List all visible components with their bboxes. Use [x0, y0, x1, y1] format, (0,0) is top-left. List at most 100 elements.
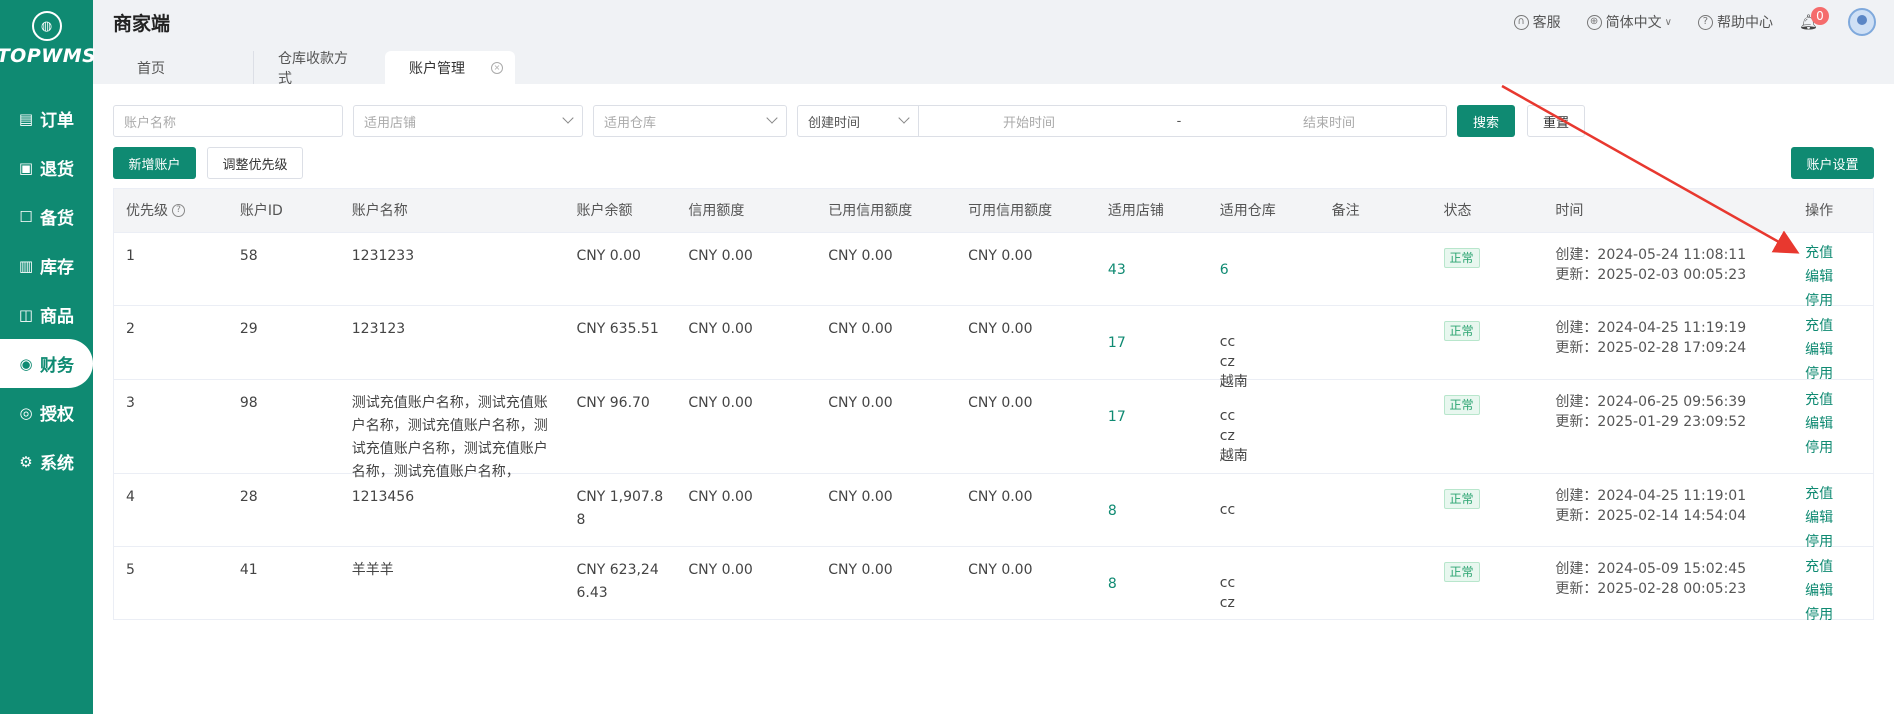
account-id-cell: 58 [228, 233, 340, 305]
tab-warehouse-payment[interactable]: 仓库收款方式 [253, 51, 385, 87]
sidebar-item-return[interactable]: ▣ 退货 [0, 143, 93, 192]
used-credit-cell: CNY 0.00 [816, 474, 956, 546]
globe-icon: ⊕ [1586, 14, 1602, 30]
column-header-label: 状态 [1443, 202, 1472, 219]
credit-cell-value: CNY 0.00 [688, 562, 753, 578]
help-icon[interactable]: ? [172, 204, 185, 217]
sidebar-item-product[interactable]: ◫ 商品 [0, 290, 93, 339]
end-time-input[interactable]: 结束时间 [1219, 112, 1439, 131]
warehouses-cell: cc [1208, 474, 1320, 546]
tab-home[interactable]: 首页 [113, 51, 253, 84]
created-time: 创建：2024-05-24 11:08:11 [1555, 247, 1747, 263]
account-id-cell-value: 58 [239, 248, 258, 264]
edit-button[interactable]: 编辑 [1805, 506, 1873, 530]
warehouses-cell[interactable]: 6 [1208, 233, 1320, 305]
sidebar-item-auth[interactable]: ◎ 授权 [0, 388, 93, 437]
warehouse-select[interactable]: 适用仓库 [593, 105, 787, 137]
edit-button[interactable]: 编辑 [1805, 265, 1873, 289]
stores-cell-value[interactable]: 8 [1108, 559, 1117, 596]
stores-cell-value[interactable]: 8 [1108, 486, 1117, 523]
available-credit-cell: CNY 0.00 [956, 474, 1096, 546]
stores-cell-value[interactable]: 17 [1108, 392, 1126, 429]
account-name-input[interactable]: 账户名称 [113, 105, 343, 137]
edit-button[interactable]: 编辑 [1805, 338, 1873, 362]
recharge-button[interactable]: 充值 [1805, 388, 1873, 412]
start-time-input[interactable]: 开始时间 [919, 112, 1139, 131]
warehouses-cell-value: cc [1219, 502, 1236, 518]
disable-button[interactable]: 停用 [1805, 436, 1873, 460]
order-icon: ▤ [18, 109, 34, 128]
column-header-label: 时间 [1555, 202, 1584, 219]
stores-cell[interactable]: 43 [1096, 233, 1208, 305]
stores-cell[interactable]: 17 [1096, 306, 1208, 379]
disable-button[interactable]: 停用 [1805, 603, 1873, 627]
stores-cell[interactable]: 17 [1096, 380, 1208, 473]
warehouses-cell: cc сz 越南 [1208, 306, 1320, 390]
used-credit-cell-value: CNY 0.00 [828, 562, 893, 578]
sidebar-nav: ▤ 订单 ▣ 退货 ☐ 备货 ▥ 库存 ◫ 商品 ◉ 财务 ◎ 授权 ⚙ 系统 [0, 94, 93, 486]
sidebar-item-inventory[interactable]: ▥ 库存 [0, 241, 93, 290]
balance-cell: CNY 635.51 [565, 306, 677, 379]
account-name-cell: 123123 [340, 306, 565, 379]
warehouses-cell: cc сz [1208, 547, 1320, 619]
close-icon[interactable]: × [491, 61, 503, 74]
reset-button[interactable]: 重置 [1527, 105, 1585, 137]
language-select[interactable]: ⊕ 简体中文 ∨ [1586, 12, 1672, 32]
adjust-priority-button[interactable]: 调整优先级 [207, 147, 303, 179]
account-id-cell: 41 [228, 547, 340, 619]
remark-cell [1320, 474, 1432, 546]
account-id-cell: 98 [228, 380, 340, 473]
store-placeholder: 适用店铺 [364, 115, 417, 131]
account-name-cell-value: 123123 [351, 321, 406, 337]
account-settings-button[interactable]: 账户设置 [1791, 147, 1874, 179]
table-row: 3 98 测试充值账户名称，测试充值账户名称，测试充值账户名称，测试充值账户名称，测… [114, 380, 1873, 480]
sidebar-item-stock-prep[interactable]: ☐ 备货 [0, 192, 93, 241]
recharge-button[interactable]: 充值 [1805, 555, 1873, 579]
created-time: 创建：2024-05-09 15:02:45 [1555, 561, 1747, 577]
tab-account-management[interactable]: 账户管理 × [385, 51, 515, 84]
balance-cell: CNY 1,907.88 [565, 474, 677, 546]
help-center-link[interactable]: ? 帮助中心 [1697, 12, 1773, 32]
created-time: 创建：2024-04-25 11:19:01 [1555, 488, 1747, 504]
sidebar-item-label: 商品 [40, 307, 74, 327]
store-select[interactable]: 适用店铺 [353, 105, 583, 137]
recharge-button[interactable]: 充值 [1805, 482, 1873, 506]
recharge-button[interactable]: 充值 [1805, 241, 1873, 265]
created-time: 创建：2024-04-25 11:19:19 [1555, 320, 1747, 336]
sidebar-item-order[interactable]: ▤ 订单 [0, 94, 93, 143]
search-button[interactable]: 搜索 [1457, 105, 1515, 137]
stores-cell-value[interactable]: 43 [1108, 245, 1126, 282]
edit-button[interactable]: 编辑 [1805, 579, 1873, 603]
sidebar-item-finance[interactable]: ◉ 财务 [0, 339, 93, 388]
logo-text: TOPWMS [0, 45, 97, 67]
stock-prep-icon: ☐ [19, 207, 33, 226]
edit-button[interactable]: 编辑 [1805, 412, 1873, 436]
add-account-button[interactable]: 新增账户 [113, 147, 196, 179]
remark-cell [1320, 547, 1432, 619]
notification-bell[interactable]: 🔔︎ 0 [1799, 7, 1829, 31]
recharge-button[interactable]: 充值 [1805, 314, 1873, 338]
column-header: 信用额度 [676, 189, 816, 233]
column-header-label: 信用额度 [688, 202, 745, 219]
column-header-label: 适用仓库 [1219, 202, 1276, 219]
status-badge: 正常 [1443, 248, 1480, 268]
accounts-table: 优先级? 账户ID 账户名称 账户余额 信用额度 已用信用额度 可用信用额度 适用店铺 适用仓库… [113, 188, 1874, 623]
sidebar-item-system[interactable]: ⚙ 系统 [0, 437, 93, 486]
stores-cell[interactable]: 8 [1096, 474, 1208, 546]
stores-cell-value[interactable]: 17 [1108, 318, 1126, 355]
avatar[interactable] [1848, 8, 1876, 36]
used-credit-cell-value: CNY 0.00 [828, 248, 893, 264]
updated-time: 更新：2025-02-14 14:54:04 [1555, 508, 1747, 524]
column-header: 操作 [1793, 189, 1873, 233]
status-cell: 正常 [1432, 306, 1544, 379]
operations-cell: 充值 编辑 停用 [1793, 474, 1873, 550]
stores-cell[interactable]: 8 [1096, 547, 1208, 619]
credit-cell: CNY 0.00 [676, 306, 816, 379]
customer-service-link[interactable]: ∩ 客服 [1513, 12, 1561, 32]
chevron-down-icon: ∨ [1664, 16, 1672, 28]
time-type-select[interactable]: 创建时间 [797, 105, 919, 137]
warehouses-cell-value[interactable]: 6 [1220, 245, 1229, 282]
available-credit-cell-value: CNY 0.00 [968, 321, 1033, 337]
range-separator: - [1176, 113, 1182, 129]
date-range-picker[interactable]: 开始时间 - 结束时间 [919, 105, 1447, 137]
